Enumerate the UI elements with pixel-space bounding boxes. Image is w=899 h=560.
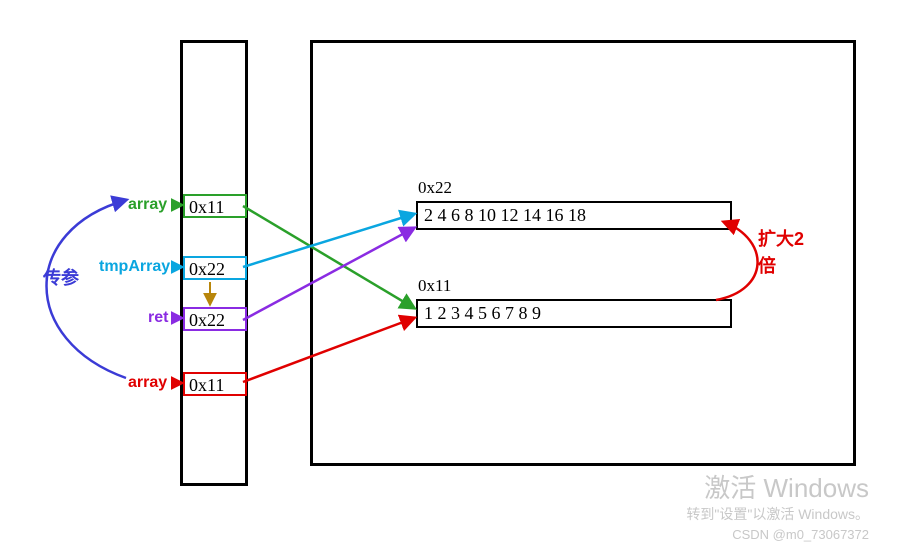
arrow-enlarge-curve	[716, 222, 758, 300]
arrow-param-curve	[47, 200, 127, 378]
arrow-array-bot-0x11	[243, 318, 414, 382]
diagram-arrows	[0, 0, 899, 560]
